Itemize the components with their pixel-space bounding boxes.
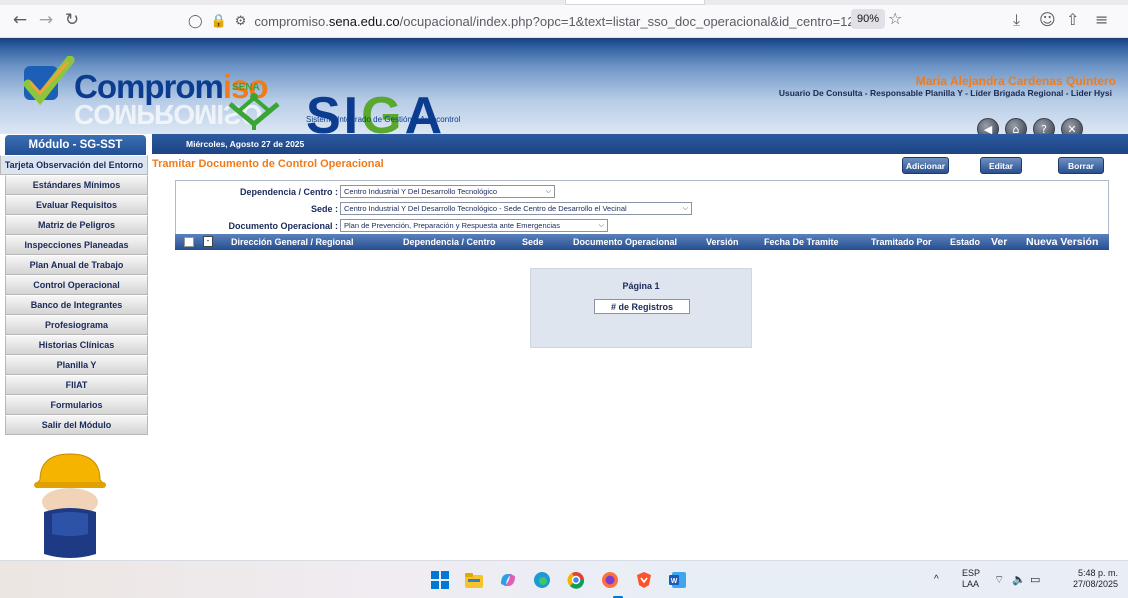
sidebar-item-historias[interactable]: Historias Clínicas <box>5 335 148 355</box>
permissions-icon[interactable]: ⚙ <box>235 14 247 29</box>
site-header: Compromiso COMPROMISO SENA SIGA Maria Al… <box>0 38 1128 145</box>
collapse-icon[interactable]: - <box>203 236 213 247</box>
sidebar-item-profesiograma[interactable]: Profesiograma <box>5 315 148 335</box>
back-icon[interactable]: ← <box>10 10 30 30</box>
forward-icon[interactable]: → <box>36 10 56 30</box>
sidebar-item-control[interactable]: Control Operacional <box>5 275 148 295</box>
col-direccion[interactable]: Dirección General / Regional <box>231 237 354 247</box>
active-tab[interactable] <box>565 0 705 5</box>
sidebar-item-matriz[interactable]: Matriz de Peligros <box>5 215 148 235</box>
main-content: Tramitar Documento de Control Operaciona… <box>152 154 1128 554</box>
worker-mascot-icon <box>34 453 106 558</box>
sidebar-item-evaluar[interactable]: Evaluar Requisitos <box>5 195 148 215</box>
documento-value: Plan de Prevención, Preparación y Respue… <box>344 221 560 230</box>
col-documento[interactable]: Documento Operacional <box>573 237 677 247</box>
date-bar: Miércoles, Agosto 27 de 2025 <box>152 134 1128 154</box>
copilot-icon[interactable] <box>498 570 518 590</box>
filter-panel: Dependencia / Centro : Centro Industrial… <box>175 180 1109 236</box>
edge-icon[interactable] <box>532 570 552 590</box>
compromiso-check-icon <box>23 56 75 106</box>
sede-value: Centro Industrial Y Del Desarrollo Tecno… <box>344 204 627 213</box>
bookmark-star-icon[interactable]: ☆ <box>888 9 902 28</box>
file-explorer-icon[interactable] <box>464 570 484 590</box>
lock-icon[interactable]: 🔒 <box>211 14 227 29</box>
col-ver[interactable]: Ver <box>991 236 1007 248</box>
sena-logo-text: SENA <box>232 82 260 93</box>
user-name: Maria Alejandra Cardenas Quintero <box>915 74 1116 88</box>
clock[interactable]: 5:48 p. m. 27/08/2025 <box>1058 568 1118 590</box>
col-dependencia[interactable]: Dependencia / Centro <box>403 237 496 247</box>
sidebar-item-salir[interactable]: Salir del Módulo <box>5 415 148 435</box>
url-text[interactable]: compromiso.sena.edu.co/ocupacional/index… <box>254 14 854 29</box>
menu-icon[interactable]: ≡ <box>1095 10 1108 29</box>
battery-icon[interactable]: ▭ <box>1030 573 1040 586</box>
sidebar: Módulo - SG-SST Tarjeta Observación del … <box>0 134 152 558</box>
delete-button[interactable]: Borrar <box>1058 157 1104 174</box>
sidebar-item-estandares[interactable]: Estándares Mínimos <box>5 175 148 195</box>
shield-icon: ◯ <box>188 13 203 29</box>
browser-toolbar: ← → ↻ ◯ 🔒 ⚙ compromiso.sena.edu.co/ocupa… <box>0 0 1128 38</box>
col-fecha[interactable]: Fecha De Tramite <box>764 237 839 247</box>
add-button[interactable]: Adicionar <box>902 157 949 174</box>
dependencia-value: Centro Industrial Y Del Desarrollo Tecno… <box>344 187 497 196</box>
address-bar[interactable]: ◯ 🔒 ⚙ compromiso.sena.edu.co/ocupacional… <box>188 8 910 34</box>
sena-logo: SENA <box>228 82 280 130</box>
zoom-level[interactable]: 90% <box>851 9 886 29</box>
documento-label: Documento Operacional : <box>228 220 338 231</box>
windows-start-icon[interactable] <box>430 570 450 590</box>
reload-icon[interactable]: ↻ <box>62 10 82 30</box>
compromiso-logo: Compromiso COMPROMISO <box>12 52 269 132</box>
filter-dependencia-row: Dependencia / Centro : Centro Industrial… <box>176 184 556 199</box>
sidebar-item-planilla[interactable]: Planilla Y <box>5 355 148 375</box>
wifi-icon[interactable]: ⌔ <box>994 573 1004 587</box>
firefox-icon[interactable] <box>600 570 620 590</box>
col-nueva-version[interactable]: Nueva Versión <box>1026 236 1098 248</box>
siga-subtitle: Sistema Integrado de Gestión y Autocontr… <box>306 115 461 124</box>
edit-button[interactable]: Editar <box>980 157 1022 174</box>
filter-sede-row: Sede : Centro Industrial Y Del Desarroll… <box>176 201 696 216</box>
tab-strip <box>0 0 1128 5</box>
sidebar-menu: Tarjeta Observación del Entorno Estándar… <box>0 155 148 435</box>
downloads-icon[interactable]: ⤓ <box>1013 10 1020 30</box>
col-sede[interactable]: Sede <box>522 237 544 247</box>
dependencia-select[interactable]: Centro Industrial Y Del Desarrollo Tecno… <box>340 185 555 198</box>
user-role: Usuario De Consulta - Responsable Planil… <box>778 88 1112 98</box>
svg-text:W: W <box>671 578 678 585</box>
filter-documento-row: Documento Operacional : Plan de Prevenci… <box>176 218 616 233</box>
windows-taskbar: W ^ ESP LAA ⌔ 🔈 ▭ 5:48 p. m. 27/08/2025 <box>0 560 1128 598</box>
col-tramitado[interactable]: Tramitado Por <box>871 237 932 247</box>
dependencia-label: Dependencia / Centro : <box>239 186 338 197</box>
language-indicator[interactable]: ESP LAA <box>962 568 980 590</box>
col-estado[interactable]: Estado <box>950 237 980 247</box>
sidebar-item-plan-anual[interactable]: Plan Anual de Trabajo <box>5 255 148 275</box>
records-count-field[interactable]: # de Registros <box>594 299 690 314</box>
pagination-panel: Página 1 # de Registros <box>530 268 752 348</box>
chevron-down-icon: ⌵ <box>682 204 688 212</box>
current-date: Miércoles, Agosto 27 de 2025 <box>186 139 305 149</box>
sidebar-item-inspecciones[interactable]: Inspecciones Planeadas <box>5 235 148 255</box>
sidebar-item-tarjeta[interactable]: Tarjeta Observación del Entorno <box>0 155 148 175</box>
sidebar-item-banco[interactable]: Banco de Integrantes <box>5 295 148 315</box>
chrome-icon[interactable] <box>566 570 586 590</box>
select-all-checkbox[interactable] <box>184 237 194 247</box>
chevron-down-icon: ⌵ <box>598 221 604 229</box>
documento-select[interactable]: Plan de Prevención, Preparación y Respue… <box>340 219 608 232</box>
sede-select[interactable]: Centro Industrial Y Del Desarrollo Tecno… <box>340 202 692 215</box>
sede-label: Sede : <box>310 203 338 214</box>
module-title: Módulo - SG-SST <box>5 135 146 155</box>
sidebar-item-formularios[interactable]: Formularios <box>5 395 148 415</box>
col-version[interactable]: Versión <box>706 237 739 247</box>
extensions-icon[interactable]: ⇧ <box>1066 10 1079 29</box>
chevron-down-icon: ⌵ <box>545 187 551 195</box>
page-title: Tramitar Documento de Control Operaciona… <box>152 158 384 170</box>
brave-icon[interactable] <box>634 570 654 590</box>
chevron-up-icon[interactable]: ^ <box>934 574 939 585</box>
word-icon[interactable]: W <box>668 570 688 590</box>
volume-icon[interactable]: 🔈 <box>1012 573 1026 586</box>
account-icon[interactable]: ☺ <box>1039 10 1056 29</box>
sidebar-item-fiiat[interactable]: FIIAT <box>5 375 148 395</box>
page-number: Página 1 <box>622 281 660 291</box>
table-header: - Dirección General / Regional Dependenc… <box>175 234 1109 250</box>
